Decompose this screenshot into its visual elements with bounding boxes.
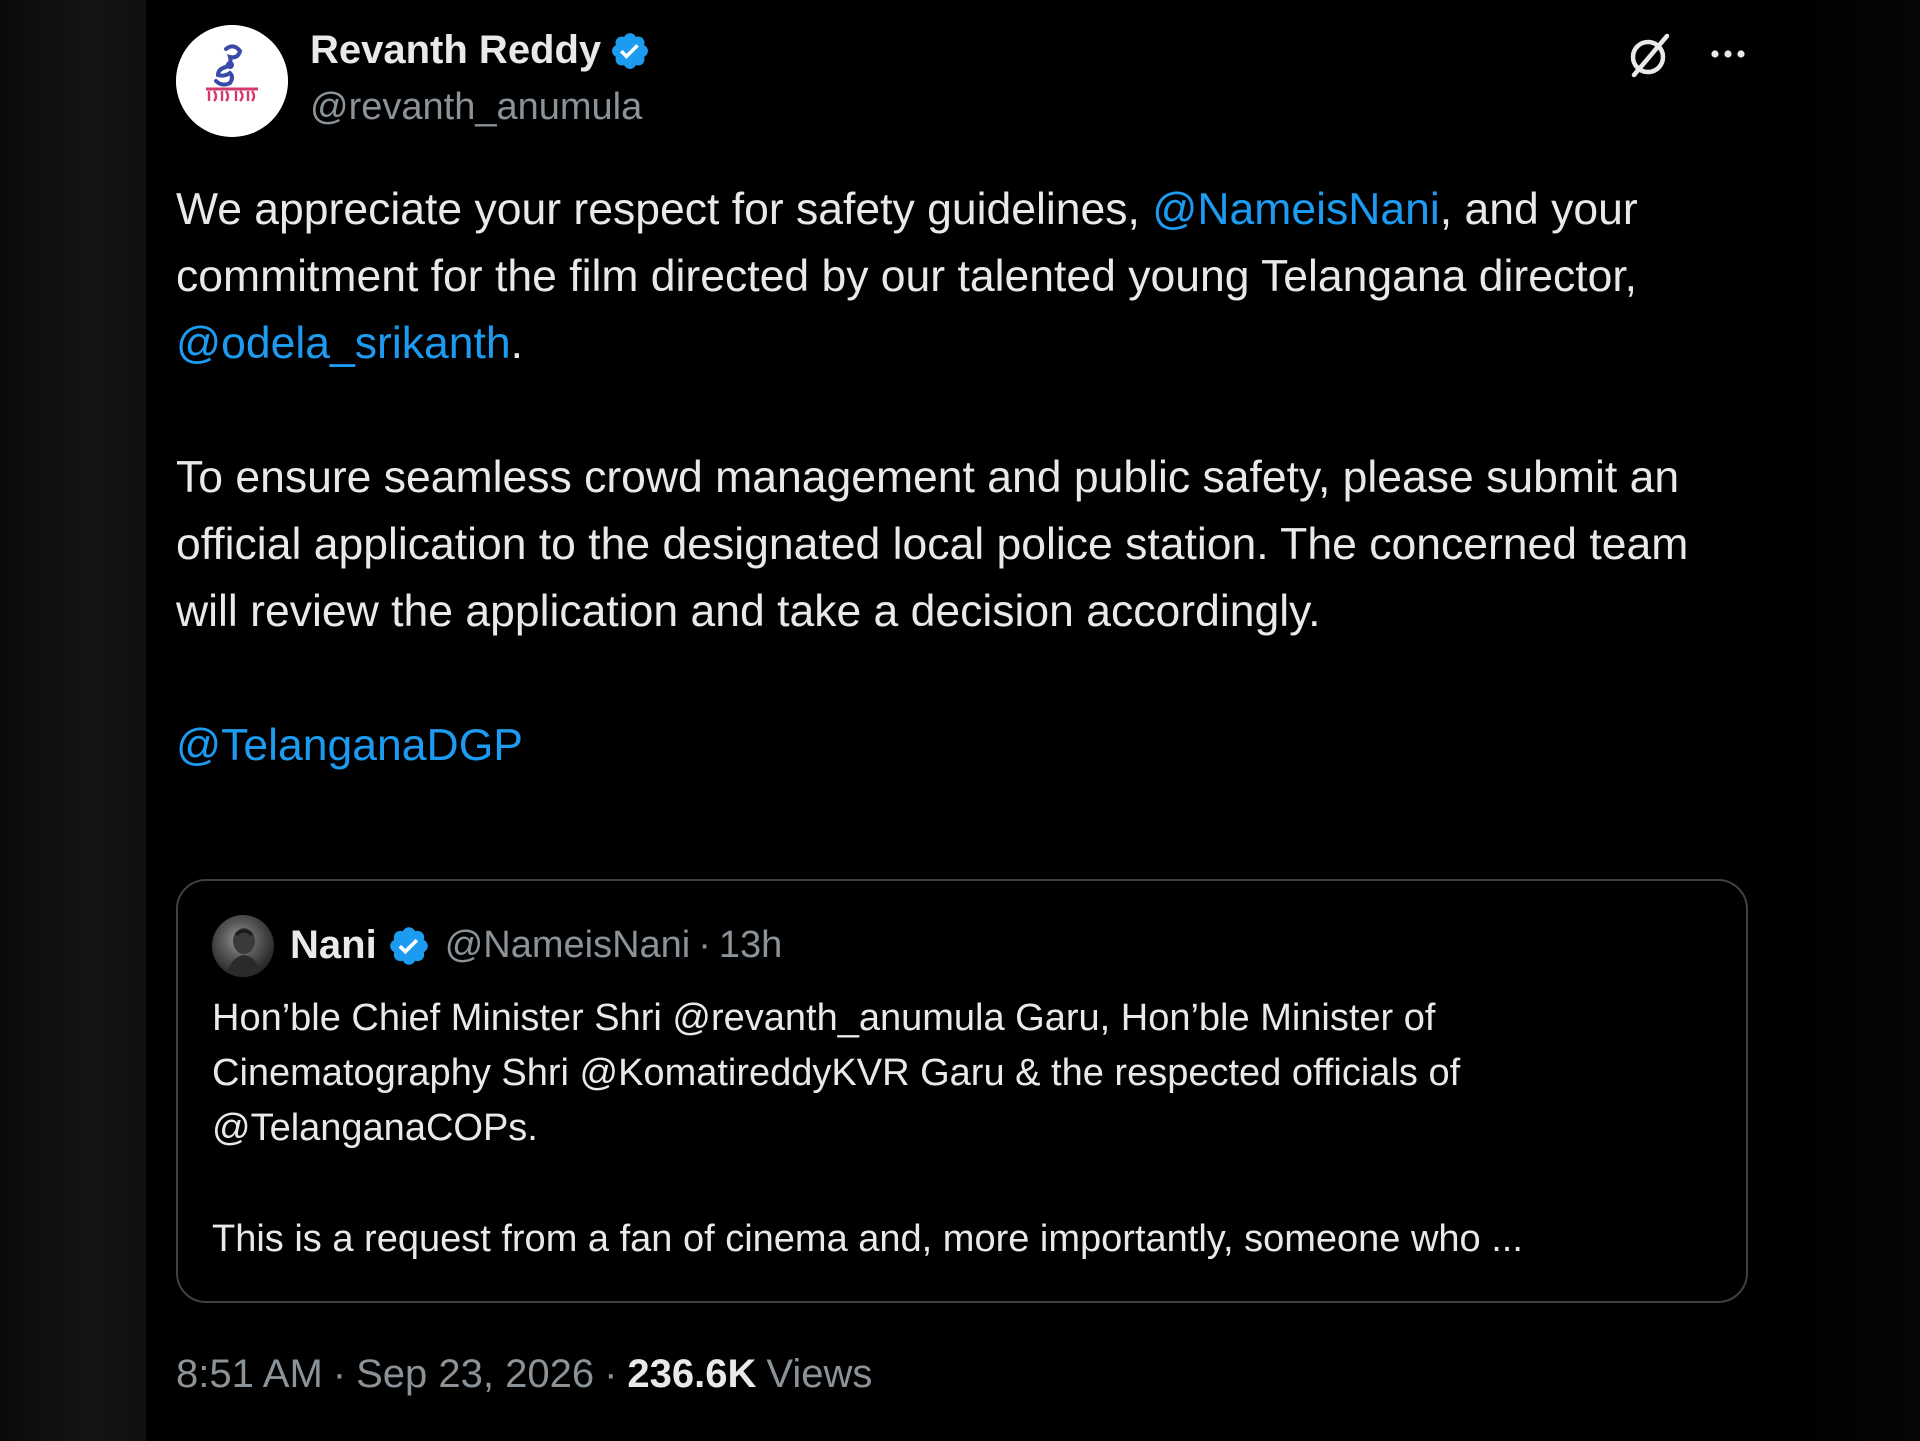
author-avatar-logo — [176, 25, 288, 137]
verified-badge-icon[interactable] — [387, 924, 431, 968]
quoted-author-name[interactable]: Nani — [290, 923, 377, 968]
left-shade — [0, 0, 146, 1441]
views-label: Views — [766, 1352, 873, 1396]
quoted-tweet[interactable]: Nani @NameisNani · 13h Hon’ble Chief Min… — [176, 879, 1748, 1303]
quoted-author-avatar[interactable] — [212, 915, 274, 977]
tweet-text-part: . — [510, 319, 523, 368]
tweet-date[interactable]: Sep 23, 2026 — [356, 1352, 594, 1397]
quoted-text: Hon’ble Chief Minister Shri @revanth_anu… — [212, 991, 1722, 1267]
quoted-paragraph-2: This is a request from a fan of cinema a… — [212, 1218, 1523, 1260]
separator-dot: · — [698, 924, 711, 966]
grok-icon[interactable] — [1624, 30, 1676, 82]
verified-badge-icon[interactable] — [609, 30, 651, 72]
tweet-text: We appreciate your respect for safety gu… — [176, 176, 1756, 779]
quoted-paragraph-1: Hon’ble Chief Minister Shri @revanth_anu… — [212, 997, 1461, 1149]
tweet-meta: 8:51 AM · Sep 23, 2026 · 236.6K Views — [176, 1352, 872, 1397]
author-handle[interactable]: @revanth_anumula — [310, 86, 642, 129]
tweet-paragraph-1: We appreciate your respect for safety gu… — [176, 176, 1756, 377]
mention-link[interactable]: @odela_srikanth — [176, 319, 511, 368]
right-shade — [1790, 0, 1920, 1441]
separator-dot: · — [332, 1352, 347, 1396]
tweet-time[interactable]: 8:51 AM — [176, 1352, 323, 1397]
tweet-paragraph-3: @TelanganaDGP — [176, 712, 1756, 779]
tweet-text-part: We appreciate your respect for safety gu… — [176, 185, 1153, 234]
author-name-text[interactable]: Revanth Reddy — [310, 28, 601, 73]
tweet-paragraph-2: To ensure seamless crowd management and … — [176, 453, 1689, 636]
mention-link[interactable]: @NameisNani — [1152, 185, 1440, 234]
author-avatar[interactable] — [176, 25, 288, 137]
quoted-header: Nani @NameisNani · 13h — [290, 923, 782, 968]
more-options-icon[interactable] — [1702, 30, 1754, 82]
tweet: Revanth Reddy @revanth_anumula We apprec… — [146, 0, 1790, 1441]
author-name[interactable]: Revanth Reddy — [310, 28, 651, 73]
page: Revanth Reddy @revanth_anumula We apprec… — [0, 0, 1920, 1441]
separator-dot: · — [604, 1352, 618, 1396]
views-count[interactable]: 236.6K — [627, 1352, 756, 1397]
mention-link[interactable]: @TelanganaDGP — [176, 721, 523, 770]
quoted-timestamp[interactable]: 13h — [719, 924, 782, 967]
quoted-author-handle[interactable]: @NameisNani — [445, 924, 691, 967]
